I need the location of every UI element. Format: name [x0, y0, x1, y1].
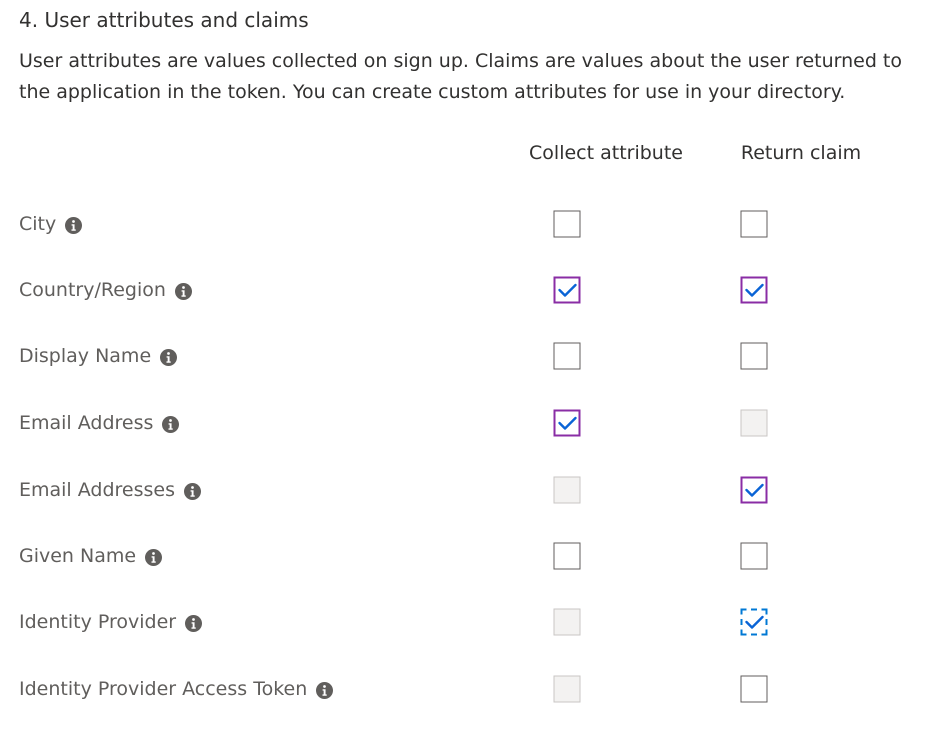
attribute-name: Email Addresses — [19, 479, 176, 501]
attribute-label-email-address: Email Address — [19, 412, 180, 434]
attribute-label-city: City — [19, 213, 83, 235]
attribute-row: City — [0, 204, 933, 244]
collect-attribute-checkbox-country-region[interactable] — [553, 276, 581, 304]
section-title: 4. User attributes and claims — [19, 8, 309, 32]
return-claim-checkbox-email-address — [740, 409, 768, 437]
return-claim-checkbox-display-name[interactable] — [740, 342, 768, 370]
attribute-name: Given Name — [19, 545, 137, 567]
collect-attribute-checkbox-email-address[interactable] — [553, 409, 581, 437]
attribute-name: Identity Provider Access Token — [19, 678, 308, 700]
return-claim-checkbox-given-name[interactable] — [740, 542, 768, 570]
checkmark-icon — [744, 483, 764, 497]
attribute-label-given-name: Given Name — [19, 545, 163, 567]
checkmark-icon — [744, 615, 764, 629]
return-claim-checkbox-identity-provider[interactable] — [740, 608, 768, 636]
attribute-label-country-region: Country/Region — [19, 279, 192, 301]
info-icon[interactable] — [162, 416, 180, 433]
attribute-row: Email Addresses — [0, 470, 933, 510]
checkmark-icon — [557, 416, 577, 430]
info-icon[interactable] — [174, 283, 192, 300]
column-header-return-claim: Return claim — [740, 142, 862, 164]
checkmark-icon — [744, 283, 764, 297]
info-icon[interactable] — [184, 483, 202, 500]
attribute-row: Country/Region — [0, 270, 933, 310]
info-icon[interactable] — [65, 217, 83, 234]
info-icon[interactable] — [316, 682, 334, 699]
attribute-name: City — [19, 213, 57, 235]
attribute-row: Identity Provider — [0, 602, 933, 642]
attribute-label-identity-provider-access-token: Identity Provider Access Token — [19, 678, 334, 700]
attribute-label-identity-provider: Identity Provider — [19, 611, 203, 633]
attribute-name: Country/Region — [19, 279, 166, 301]
return-claim-checkbox-country-region[interactable] — [740, 276, 768, 304]
attribute-row: Given Name — [0, 536, 933, 576]
collect-attribute-checkbox-email-addresses — [553, 476, 581, 504]
attribute-name: Identity Provider — [19, 611, 177, 633]
info-icon[interactable] — [160, 349, 178, 366]
attribute-label-display-name: Display Name — [19, 345, 178, 367]
checkmark-icon — [557, 283, 577, 297]
user-attributes-claims-page: 4. User attributes and claims User attri… — [0, 0, 933, 735]
column-header-collect-attribute: Collect attribute — [529, 142, 683, 164]
collect-attribute-checkbox-identity-provider — [553, 608, 581, 636]
attribute-name: Display Name — [19, 345, 152, 367]
return-claim-checkbox-city[interactable] — [740, 210, 768, 238]
attribute-row: Display Name — [0, 336, 933, 376]
info-icon[interactable] — [145, 549, 163, 566]
attribute-row: Identity Provider Access Token — [0, 669, 933, 709]
collect-attribute-checkbox-given-name[interactable] — [553, 542, 581, 570]
attribute-row: Email Address — [0, 403, 933, 443]
attribute-name: Email Address — [19, 412, 154, 434]
section-description: User attributes are values collected on … — [19, 50, 903, 103]
attribute-label-email-addresses: Email Addresses — [19, 479, 202, 501]
collect-attribute-checkbox-identity-provider-access-token — [553, 675, 581, 703]
collect-attribute-checkbox-city[interactable] — [553, 210, 581, 238]
info-icon[interactable] — [185, 615, 203, 632]
return-claim-checkbox-identity-provider-access-token[interactable] — [740, 675, 768, 703]
collect-attribute-checkbox-display-name[interactable] — [553, 342, 581, 370]
return-claim-checkbox-email-addresses[interactable] — [740, 476, 768, 504]
